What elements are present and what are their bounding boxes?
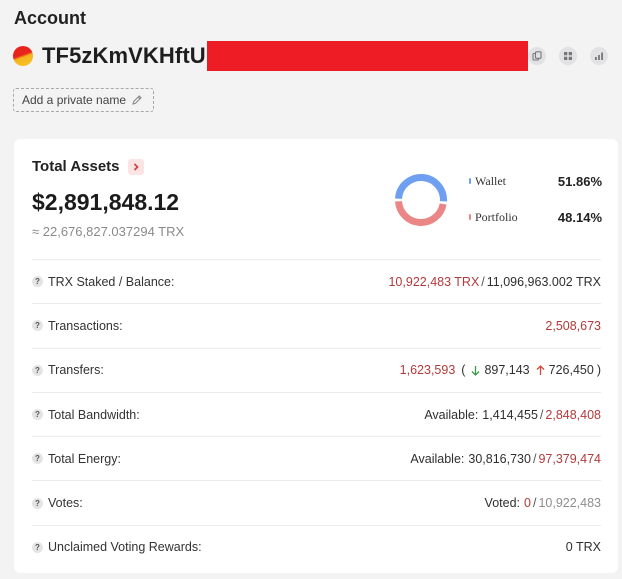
- stat-label: Total Energy:: [48, 451, 121, 466]
- stat-row-votes: ? Votes: Voted: 0 / 10,922,483: [32, 480, 601, 524]
- paren-open: (: [461, 363, 466, 378]
- value-separator: /: [539, 407, 544, 422]
- available-prefix: Available:: [424, 407, 479, 422]
- question-icon[interactable]: ?: [32, 409, 43, 421]
- question-icon[interactable]: ?: [32, 320, 43, 332]
- energy-total: 97,379,474: [538, 451, 601, 466]
- total-assets-label: Total Assets: [32, 158, 120, 175]
- legend-percent-portfolio: 48.14%: [557, 209, 602, 225]
- transfers-count-link[interactable]: 1,623,593: [400, 363, 456, 377]
- stat-value: 10,922,483 TRX / 11,096,963.002 TRX: [388, 275, 601, 289]
- stat-row-transfers: ? Transfers: 1,623,593 ( 897,143 726,450…: [32, 347, 601, 392]
- copy-icon[interactable]: [528, 47, 546, 65]
- bandwidth-available: 1,414,455: [482, 407, 538, 422]
- legend-name-portfolio: Portfolio: [475, 209, 518, 224]
- available-prefix: Available:: [410, 451, 465, 466]
- total-assets-trx: ≈ 22,676,827.037294 TRX: [32, 224, 185, 239]
- stat-row-bandwidth: ? Total Bandwidth: Available: 1,414,455 …: [32, 391, 601, 436]
- add-private-name-button[interactable]: Add a private name: [13, 88, 154, 112]
- rewards-amount: 0 TRX: [565, 540, 601, 555]
- address-row: TF5zKmVKHftU: [13, 40, 608, 72]
- stat-value: 1,623,593 ( 897,143 726,450 ): [400, 363, 601, 377]
- stat-label: Unclaimed Voting Rewards:: [48, 540, 202, 555]
- paren-close: ): [596, 363, 601, 378]
- donut-segment-wallet: [395, 174, 447, 202]
- assets-donut-chart: [395, 174, 447, 226]
- arrow-down-icon: [471, 365, 480, 376]
- total-assets-header[interactable]: Total Assets: [32, 158, 144, 175]
- address-text[interactable]: TF5zKmVKHftU: [42, 43, 206, 69]
- stat-row-transactions: ? Transactions: 2,508,673: [32, 303, 601, 347]
- transfers-out-count: 726,450: [548, 363, 594, 378]
- account-overview-card: Total Assets $2,891,848.12 ≈ 22,676,827.…: [14, 139, 618, 573]
- legend-name-wallet: Wallet: [475, 173, 507, 188]
- legend-dot-portfolio: [469, 214, 471, 220]
- question-icon[interactable]: ?: [32, 453, 43, 465]
- total-assets-usd: $2,891,848.12: [32, 189, 180, 215]
- stat-row-staked: ? TRX Staked / Balance: 10,922,483 TRX /…: [32, 259, 601, 303]
- donut-segment-portfolio: [395, 200, 447, 226]
- question-icon[interactable]: ?: [32, 364, 43, 376]
- stat-label: Votes:: [48, 496, 83, 511]
- stat-label: TRX Staked / Balance:: [48, 274, 175, 289]
- stat-label: Transfers:: [48, 363, 104, 378]
- question-icon[interactable]: ?: [32, 497, 43, 509]
- bandwidth-total: 2,848,408: [545, 407, 601, 422]
- stat-label: Total Bandwidth:: [48, 407, 140, 422]
- value-separator: /: [532, 496, 537, 511]
- voted-prefix: Voted:: [484, 496, 520, 511]
- legend-dot-wallet: [469, 178, 471, 184]
- votes-voted: 0: [524, 496, 531, 511]
- page-title: Account: [14, 8, 86, 28]
- staked-amount[interactable]: 10,922,483 TRX: [388, 275, 479, 289]
- stat-value: Available: 30,816,730 / 97,379,474: [410, 452, 601, 466]
- stat-row-energy: ? Total Energy: Available: 30,816,730 / …: [32, 436, 601, 480]
- pencil-icon: [132, 95, 142, 105]
- address-avatar: [13, 46, 33, 66]
- stat-label: Transactions:: [48, 318, 123, 333]
- question-icon[interactable]: ?: [32, 276, 43, 288]
- arrow-up-icon: [536, 364, 545, 375]
- legend-percent-wallet: 51.86%: [557, 173, 602, 189]
- qrcode-icon[interactable]: [559, 47, 577, 65]
- balance-amount: 11,096,963.002 TRX: [486, 274, 601, 289]
- stat-value: Voted: 0 / 10,922,483: [485, 496, 601, 510]
- stat-value: 2,508,673: [545, 319, 601, 333]
- account-stats-list: ? TRX Staked / Balance: 10,922,483 TRX /…: [32, 259, 601, 569]
- value-separator: /: [481, 274, 485, 289]
- energy-available: 30,816,730: [468, 451, 531, 466]
- stat-value: 0 TRX: [566, 540, 601, 554]
- stat-value: Available: 1,414,455 / 2,848,408: [424, 408, 601, 422]
- chart-icon[interactable]: [590, 47, 608, 65]
- address-redaction: [206, 41, 528, 71]
- value-separator: /: [532, 451, 537, 466]
- stat-row-rewards: ? Unclaimed Voting Rewards: 0 TRX: [32, 524, 601, 569]
- add-private-name-label: Add a private name: [22, 93, 127, 107]
- transfers-in-count: 897,143: [484, 363, 530, 378]
- transactions-count-link[interactable]: 2,508,673: [545, 319, 601, 333]
- legend-item-portfolio: Portfolio 48.14%: [469, 208, 602, 226]
- assets-legend: Wallet 51.86% Portfolio 48.14%: [469, 172, 602, 244]
- question-icon[interactable]: ?: [32, 541, 43, 553]
- address-tools: [528, 47, 608, 65]
- votes-total: 10,922,483: [538, 496, 601, 511]
- chevron-right-icon[interactable]: [127, 158, 144, 175]
- legend-item-wallet: Wallet 51.86%: [469, 172, 602, 190]
